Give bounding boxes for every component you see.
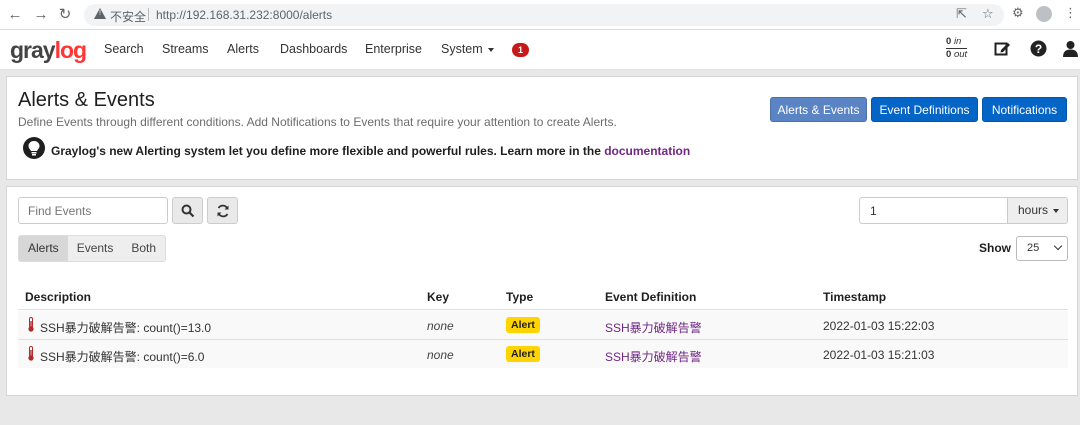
refresh-button[interactable]: [207, 197, 238, 224]
throughput-out-value: 0: [946, 49, 952, 60]
page-size-label: Show: [979, 241, 1011, 255]
event-definition-link[interactable]: SSH暴力破解告警: [605, 348, 702, 365]
type-badge: Alert: [506, 346, 540, 362]
back-icon[interactable]: ←: [6, 6, 24, 24]
nav-alerts[interactable]: Alerts: [227, 42, 259, 56]
nav-dashboards[interactable]: Dashboards: [280, 42, 347, 56]
page-header-panel: Alerts & Events Define Events through di…: [6, 76, 1078, 180]
event-key: none: [427, 319, 454, 333]
logo-text-log: log: [54, 37, 87, 63]
browser-menu-icon[interactable]: ⋮: [1064, 5, 1077, 21]
main-navigation: graylog Search Streams Alerts Dashboards…: [0, 30, 1080, 70]
page-title: Alerts & Events: [18, 89, 155, 111]
filter-alerts[interactable]: Alerts: [19, 236, 68, 261]
reload-icon[interactable]: ↻: [56, 6, 74, 24]
nav-streams[interactable]: Streams: [162, 42, 209, 56]
refresh-icon: [217, 204, 229, 218]
filter-events[interactable]: Events: [68, 236, 123, 261]
search-button[interactable]: [172, 197, 203, 224]
nav-enterprise[interactable]: Enterprise: [365, 42, 422, 56]
page-size-select[interactable]: 25: [1016, 236, 1068, 261]
event-key: none: [427, 348, 454, 362]
throughput-out-unit: out: [953, 49, 968, 60]
edit-icon[interactable]: [994, 40, 1011, 57]
notification-badge[interactable]: 1: [512, 43, 529, 57]
insecure-label: 不安全: [110, 10, 147, 24]
table-row[interactable]: SSH暴力破解告警: count()=6.0 none Alert SSH暴力破…: [18, 340, 1068, 368]
column-header-timestamp: Timestamp: [823, 290, 887, 304]
thermometer-icon: [28, 317, 34, 332]
throughput-in-unit: in: [953, 36, 962, 47]
address-bar[interactable]: ! 不安全 http://192.168.31.232:8000/alerts …: [84, 4, 1004, 26]
event-definition-link[interactable]: SSH暴力破解告警: [605, 319, 702, 336]
event-description: SSH暴力破解告警: count()=13.0: [40, 321, 212, 335]
alerts-events-button[interactable]: Alerts & Events: [770, 97, 867, 122]
alerting-notice: Graylog's new Alerting system let you de…: [51, 144, 690, 158]
find-events-input[interactable]: [18, 197, 168, 224]
column-header-description: Description: [25, 290, 92, 304]
profile-avatar-icon[interactable]: [1036, 6, 1052, 22]
event-definitions-button[interactable]: Event Definitions: [871, 97, 978, 122]
filter-both[interactable]: Both: [122, 236, 165, 261]
address-divider: [148, 8, 149, 21]
event-description: SSH暴力破解告警: count()=6.0: [40, 350, 205, 364]
browser-toolbar: ← → ↻ ! 不安全 http://192.168.31.232:8000/a…: [0, 0, 1080, 30]
chevron-down-icon: [1053, 241, 1063, 251]
extensions-icon[interactable]: ⚙: [1012, 5, 1024, 21]
nav-system-label: System: [441, 42, 483, 56]
thermometer-icon: [28, 346, 34, 361]
documentation-link[interactable]: documentation: [604, 144, 690, 158]
help-icon[interactable]: ?: [1030, 40, 1047, 57]
share-icon[interactable]: ⇱: [956, 6, 967, 22]
lightbulb-icon: [23, 137, 45, 159]
chevron-down-icon: [1053, 208, 1060, 213]
column-header-type: Type: [506, 290, 534, 304]
graylog-logo[interactable]: graylog: [10, 37, 87, 64]
nav-search[interactable]: Search: [104, 42, 144, 56]
time-unit-dropdown[interactable]: hours: [1007, 197, 1068, 224]
column-header-key: Key: [427, 290, 450, 304]
forward-icon[interactable]: →: [32, 6, 50, 24]
url-text[interactable]: http://192.168.31.232:8000/alerts: [156, 8, 332, 22]
svg-text:?: ?: [1035, 42, 1042, 56]
search-icon: [181, 204, 195, 218]
table-divider: [18, 309, 1068, 310]
table-row[interactable]: SSH暴力破解告警: count()=13.0 none Alert SSH暴力…: [18, 311, 1068, 339]
throughput-in-value: 0: [946, 36, 952, 47]
nav-system[interactable]: System: [441, 42, 494, 56]
page-size-value: 25: [1027, 242, 1040, 254]
chevron-down-icon: [487, 47, 494, 52]
notifications-button[interactable]: Notifications: [982, 97, 1067, 122]
page-description: Define Events through different conditio…: [18, 115, 617, 129]
throughput-indicator[interactable]: 0 in 0 out: [946, 36, 968, 61]
logo-text-gray: gray: [10, 37, 56, 63]
user-icon[interactable]: [1062, 40, 1079, 57]
time-range-input[interactable]: 1: [859, 197, 1008, 224]
column-header-event-definition: Event Definition: [605, 290, 697, 304]
type-badge: Alert: [506, 317, 540, 333]
alerting-notice-text: Graylog's new Alerting system let you de…: [51, 144, 605, 158]
events-panel: 1 hours Alerts Events Both Show 25 Descr…: [6, 186, 1078, 396]
bookmark-star-icon[interactable]: ☆: [982, 6, 994, 22]
event-type-filter: Alerts Events Both: [18, 235, 167, 262]
event-timestamp: 2022-01-03 15:21:03: [823, 348, 935, 362]
time-unit-label: hours: [1018, 203, 1049, 217]
warning-icon: !: [94, 8, 106, 19]
event-timestamp: 2022-01-03 15:22:03: [823, 319, 935, 333]
